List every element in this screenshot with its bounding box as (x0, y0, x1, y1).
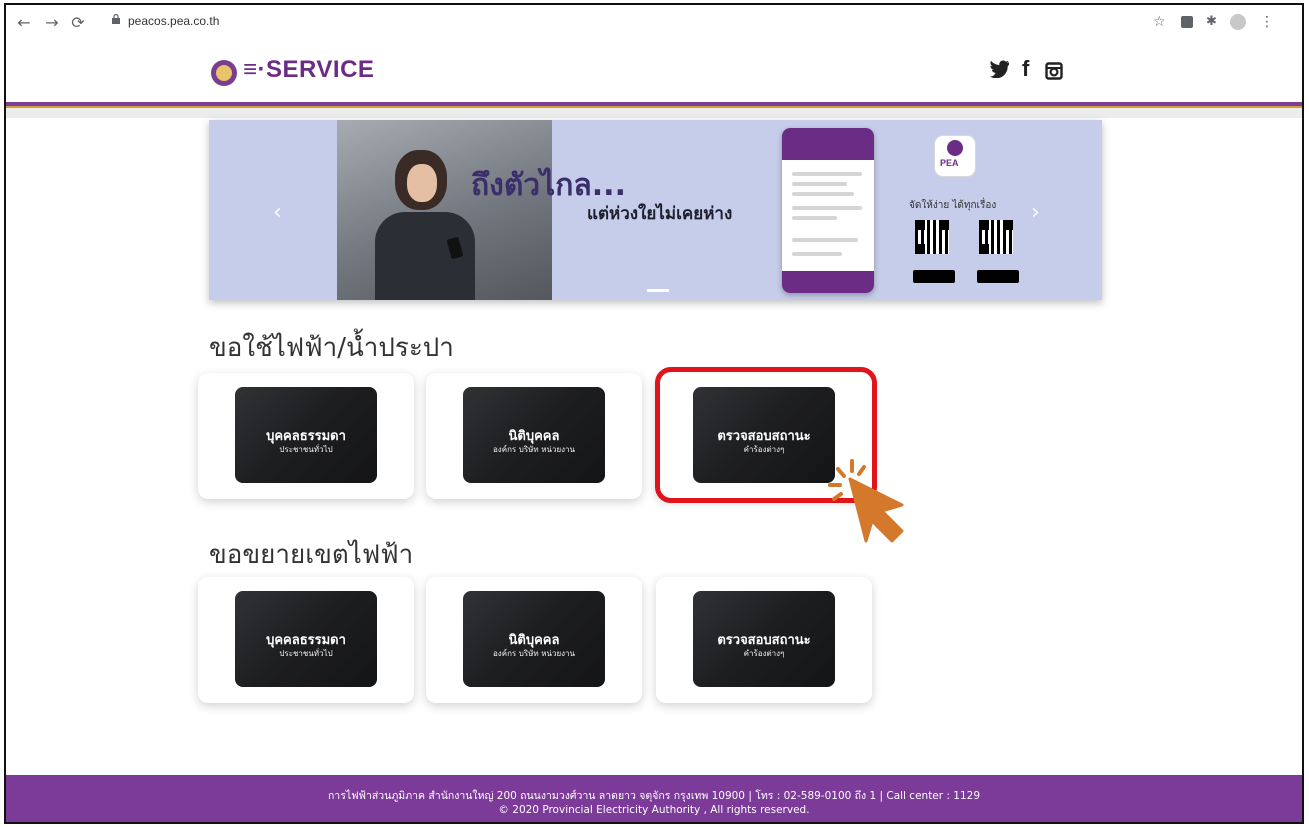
star-icon[interactable]: ☆ (1153, 14, 1169, 30)
card-image: ตรวจสอบสถานะ คำร้องต่างๆ (693, 591, 835, 687)
site-footer: การไฟฟ้าส่วนภูมิภาค สำนักงานใหญ่ 200 ถนน… (6, 775, 1302, 822)
puzzle-icon[interactable]: ✱ (1206, 14, 1222, 30)
menu-dots-icon[interactable]: ⋮ (1260, 14, 1276, 30)
instagram-icon[interactable] (1045, 60, 1063, 86)
back-button[interactable]: ← (14, 13, 34, 33)
section-title-request-service: ขอใช้ไฟฟ้า/น้ำประปา (209, 333, 454, 363)
reload-button[interactable]: ⟳ (68, 13, 88, 33)
lock-icon (112, 14, 120, 24)
click-cursor-icon (828, 459, 904, 543)
pea-logo[interactable] (211, 60, 237, 86)
card-check-status[interactable]: ตรวจสอบสถานะ คำร้องต่างๆ (656, 577, 872, 703)
brand-title[interactable]: ≡·SERVICE (243, 56, 374, 84)
card-juristic-person[interactable]: นิติบุคคล องค์กร บริษัท หน่วยงาน (426, 373, 642, 499)
screenshot-frame: ← → ⟳ peacos.pea.co.th ☆ ✱ ⋮ ≡·SERVICE f… (4, 3, 1304, 824)
carousel-prev-arrow[interactable]: ‹ (273, 200, 282, 225)
footer-address: การไฟฟ้าส่วนภูมิภาค สำนักงานใหญ่ 200 ถนน… (327, 790, 981, 802)
banner-tagline: จัดให้ง่าย ได้ทุกเรื่อง (909, 200, 997, 211)
card-image: นิติบุคคล องค์กร บริษัท หน่วยงาน (463, 591, 605, 687)
extension-icon[interactable] (1181, 16, 1193, 28)
address-bar[interactable]: peacos.pea.co.th (128, 14, 219, 28)
profile-avatar[interactable] (1230, 14, 1246, 30)
banner-subline: แต่ห่วงใยไม่เคยห่าง (587, 204, 733, 224)
banner-phone-mockup (782, 128, 874, 293)
banner-carousel[interactable]: ถึงตัวไกล... แต่ห่วงใยไม่เคยห่าง PEA จัด… (209, 120, 1102, 300)
card-image: นิติบุคคล องค์กร บริษัท หน่วยงาน (463, 387, 605, 483)
qr-code-android (915, 220, 949, 254)
banner-photo (337, 120, 552, 300)
facebook-icon[interactable]: f (1022, 56, 1029, 82)
card-individual[interactable]: บุคคลธรรมดา ประชาชนทั่วไป (198, 577, 414, 703)
pea-app-icon: PEA (934, 135, 976, 177)
app-store-badge[interactable] (977, 270, 1019, 283)
header-shadow (6, 108, 1302, 118)
card-individual[interactable]: บุคคลธรรมดา ประชาชนทั่วไป (198, 373, 414, 499)
qr-code-ios (979, 220, 1013, 254)
section-title-extend-service: ขอขยายเขตไฟฟ้า (209, 540, 414, 570)
card-image: บุคคลธรรมดา ประชาชนทั่วไป (235, 591, 377, 687)
twitter-icon[interactable] (989, 58, 1010, 84)
forward-button[interactable]: → (42, 13, 62, 33)
card-image: บุคคลธรรมดา ประชาชนทั่วไป (235, 387, 377, 483)
carousel-next-arrow[interactable]: › (1031, 200, 1040, 225)
card-juristic-person[interactable]: นิติบุคคล องค์กร บริษัท หน่วยงาน (426, 577, 642, 703)
browser-toolbar: ← → ⟳ peacos.pea.co.th ☆ ✱ ⋮ (6, 5, 1302, 43)
google-play-badge[interactable] (913, 270, 955, 283)
site-header (6, 42, 1302, 102)
carousel-indicator[interactable] (647, 289, 669, 292)
footer-copyright: © 2020 Provincial Electricity Authority … (498, 804, 810, 816)
